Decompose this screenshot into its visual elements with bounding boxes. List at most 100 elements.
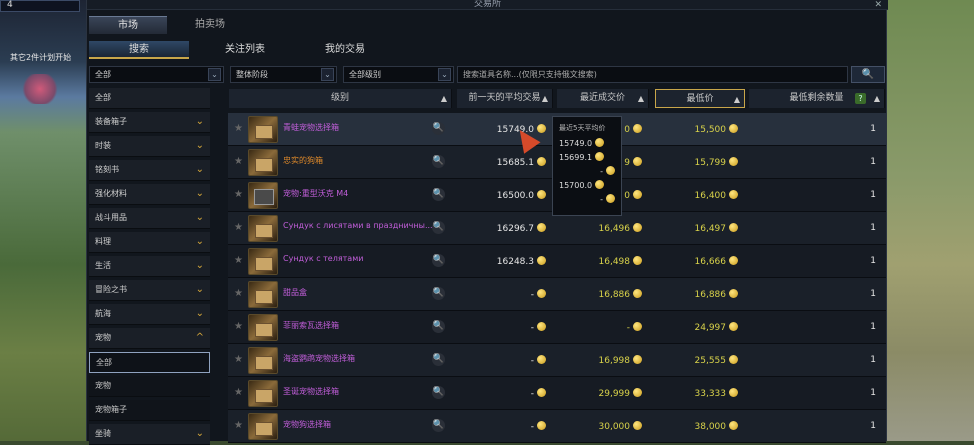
lowest-price: 24,997 [648,322,738,333]
tooltip-line: - [559,165,615,179]
lowest-price: 16,497 [648,223,738,234]
category-dropdown[interactable]: 全部 ⌄ [89,66,224,83]
grade-dropdown[interactable]: 全部级别 ⌄ [343,66,454,83]
tooltip-line: 15700.0 [559,179,615,193]
tooltip-line: 15699.1 [559,151,615,165]
category-item[interactable]: 冒险之书 ⌄ [89,280,210,301]
item-name: 海盗鹦鹉宠物选择箱 [283,354,355,363]
star-icon[interactable]: ★ [234,189,243,200]
subtab-watchlist[interactable]: 关注列表 [195,41,295,59]
avg-price: - [468,322,546,333]
tab-auction[interactable]: 拍卖场 [171,16,249,34]
column-header-grade[interactable]: 级别 ▲ [229,89,452,108]
star-icon[interactable]: ★ [234,321,243,332]
column-header-lowest-price[interactable]: 最低价 ▲ [655,89,745,108]
subtab-my-trades[interactable]: 我的交易 [295,41,395,59]
lowest-price: 15,500 [648,124,738,135]
category-item-label: 宠物箱子 [95,405,127,414]
recent-price: 16,496 [558,223,642,234]
tab-market[interactable]: 市场 [89,16,167,34]
sort-arrow-icon: ▲ [440,94,447,103]
column-header-recent-price[interactable]: 最近成交价 ▲ [557,89,649,108]
category-item[interactable]: 战斗用品 ⌄ [89,208,210,229]
table-row[interactable]: ★ Сундук с лисятами в праздничны... 🔍 16296… [228,212,886,245]
category-item[interactable]: 全部 [89,88,210,109]
category-item[interactable]: 时装 ⌄ [89,136,210,157]
star-icon[interactable]: ★ [234,288,243,299]
gold-coin-icon [537,322,546,331]
category-item[interactable]: 坐骑 ⌄ [89,424,210,445]
chevron-down-icon: ⌄ [195,428,204,439]
category-item[interactable]: 宠物箱子 [89,400,210,421]
avg-price: - [468,355,546,366]
top-left-panel: 4 [0,0,80,12]
table-row[interactable]: ★ Сундук с телятами 🔍 16248.3 16,498 16,666 1 [228,245,886,278]
tooltip-line: 15749.0 [559,137,615,151]
category-item[interactable]: 航海 ⌄ [89,304,210,325]
table-row[interactable]: ★ 宠物狗选择箱 🔍 - 30,000 38,000 1 [228,410,886,443]
star-icon[interactable]: ★ [234,222,243,233]
magnifier-icon[interactable]: 🔍 [432,254,445,267]
subtab-search[interactable]: 搜索 [89,41,189,59]
category-item[interactable]: 宠物 ^ [89,328,210,349]
stage-dropdown[interactable]: 整体阶段 ⌄ [230,66,337,83]
category-item[interactable]: 料理 ⌄ [89,232,210,253]
category-item[interactable]: 装备箱子 ⌄ [89,112,210,133]
magnifier-icon[interactable]: 🔍 [432,419,445,432]
category-item[interactable]: 生活 ⌄ [89,256,210,277]
search-input[interactable]: 搜索道具名称...(仅限只支持俄文搜索) [457,66,848,83]
item-icon [248,380,278,407]
magnifier-icon[interactable]: 🔍 [432,353,445,366]
category-item[interactable]: 全部 [89,352,210,373]
item-name: 宠物:重型沃克 M4 [283,189,349,198]
magnifier-icon[interactable]: 🔍 [432,386,445,399]
lowest-price: 33,333 [648,388,738,399]
table-row[interactable]: ★ 海盗鹦鹉宠物选择箱 🔍 - 16,998 25,555 1 [228,344,886,377]
category-item[interactable]: 铭刻书 ⌄ [89,160,210,181]
star-icon[interactable]: ★ [234,387,243,398]
chevron-up-icon: ^ [195,332,204,343]
search-icon[interactable]: 🔍 [851,66,885,83]
chevron-down-icon: ⌄ [321,68,334,81]
lowest-price: 38,000 [648,421,738,432]
magnifier-icon[interactable]: 🔍 [432,122,445,135]
category-item[interactable]: 强化材料 ⌄ [89,184,210,205]
recent-price: - [558,322,642,333]
remaining-qty: 1 [870,322,876,332]
gold-coin-icon [633,190,642,199]
category-item-label: 宠物 [95,381,111,390]
column-header-min-qty[interactable]: 最低剩余数量? ▲ [749,89,885,108]
star-icon[interactable]: ★ [234,156,243,167]
avg-price: 16500.0 [468,190,546,201]
magnifier-icon[interactable]: 🔍 [432,320,445,333]
top-left-value: 4 [7,0,13,10]
item-icon [248,413,278,440]
star-icon[interactable]: ★ [234,255,243,266]
recent-price: 30,000 [558,421,642,432]
column-header-recent-price-label: 最近成交价 [579,93,625,103]
close-icon[interactable]: ✕ [874,0,882,10]
magnifier-icon[interactable]: 🔍 [432,221,445,234]
table-row[interactable]: ★ 甜品盒 🔍 - 16,886 16,886 1 [228,278,886,311]
table-row[interactable]: ★ 菲丽索瓦选择箱 🔍 - -24,997 1 [228,311,886,344]
magnifier-icon[interactable]: 🔍 [432,287,445,300]
price-tooltip: 最近5天平均价 15749.0 15699.1 - 15700.0 - [552,116,622,216]
category-item[interactable]: 宠物 [89,376,210,397]
star-icon[interactable]: ★ [234,420,243,431]
column-header-avg-price[interactable]: 前一天的平均交易 ▲ [457,89,553,108]
magnifier-icon[interactable]: 🔍 [432,155,445,168]
help-icon[interactable]: ? [855,93,866,104]
star-icon[interactable]: ★ [234,123,243,134]
item-icon [248,347,278,374]
remaining-qty: 1 [870,223,876,233]
category-item-label: 生活 [95,261,111,270]
avg-price: 16296.7 [468,223,546,234]
avg-price: 15685.1 [468,157,546,168]
item-icon [248,248,278,275]
magnifier-icon[interactable]: 🔍 [432,188,445,201]
gold-coin-icon [729,256,738,265]
star-icon[interactable]: ★ [234,354,243,365]
table-row[interactable]: ★ 圣诞宠物选择箱 🔍 - 29,999 33,333 1 [228,377,886,410]
recent-price: 16,498 [558,256,642,267]
item-name: 宠物狗选择箱 [283,420,331,429]
